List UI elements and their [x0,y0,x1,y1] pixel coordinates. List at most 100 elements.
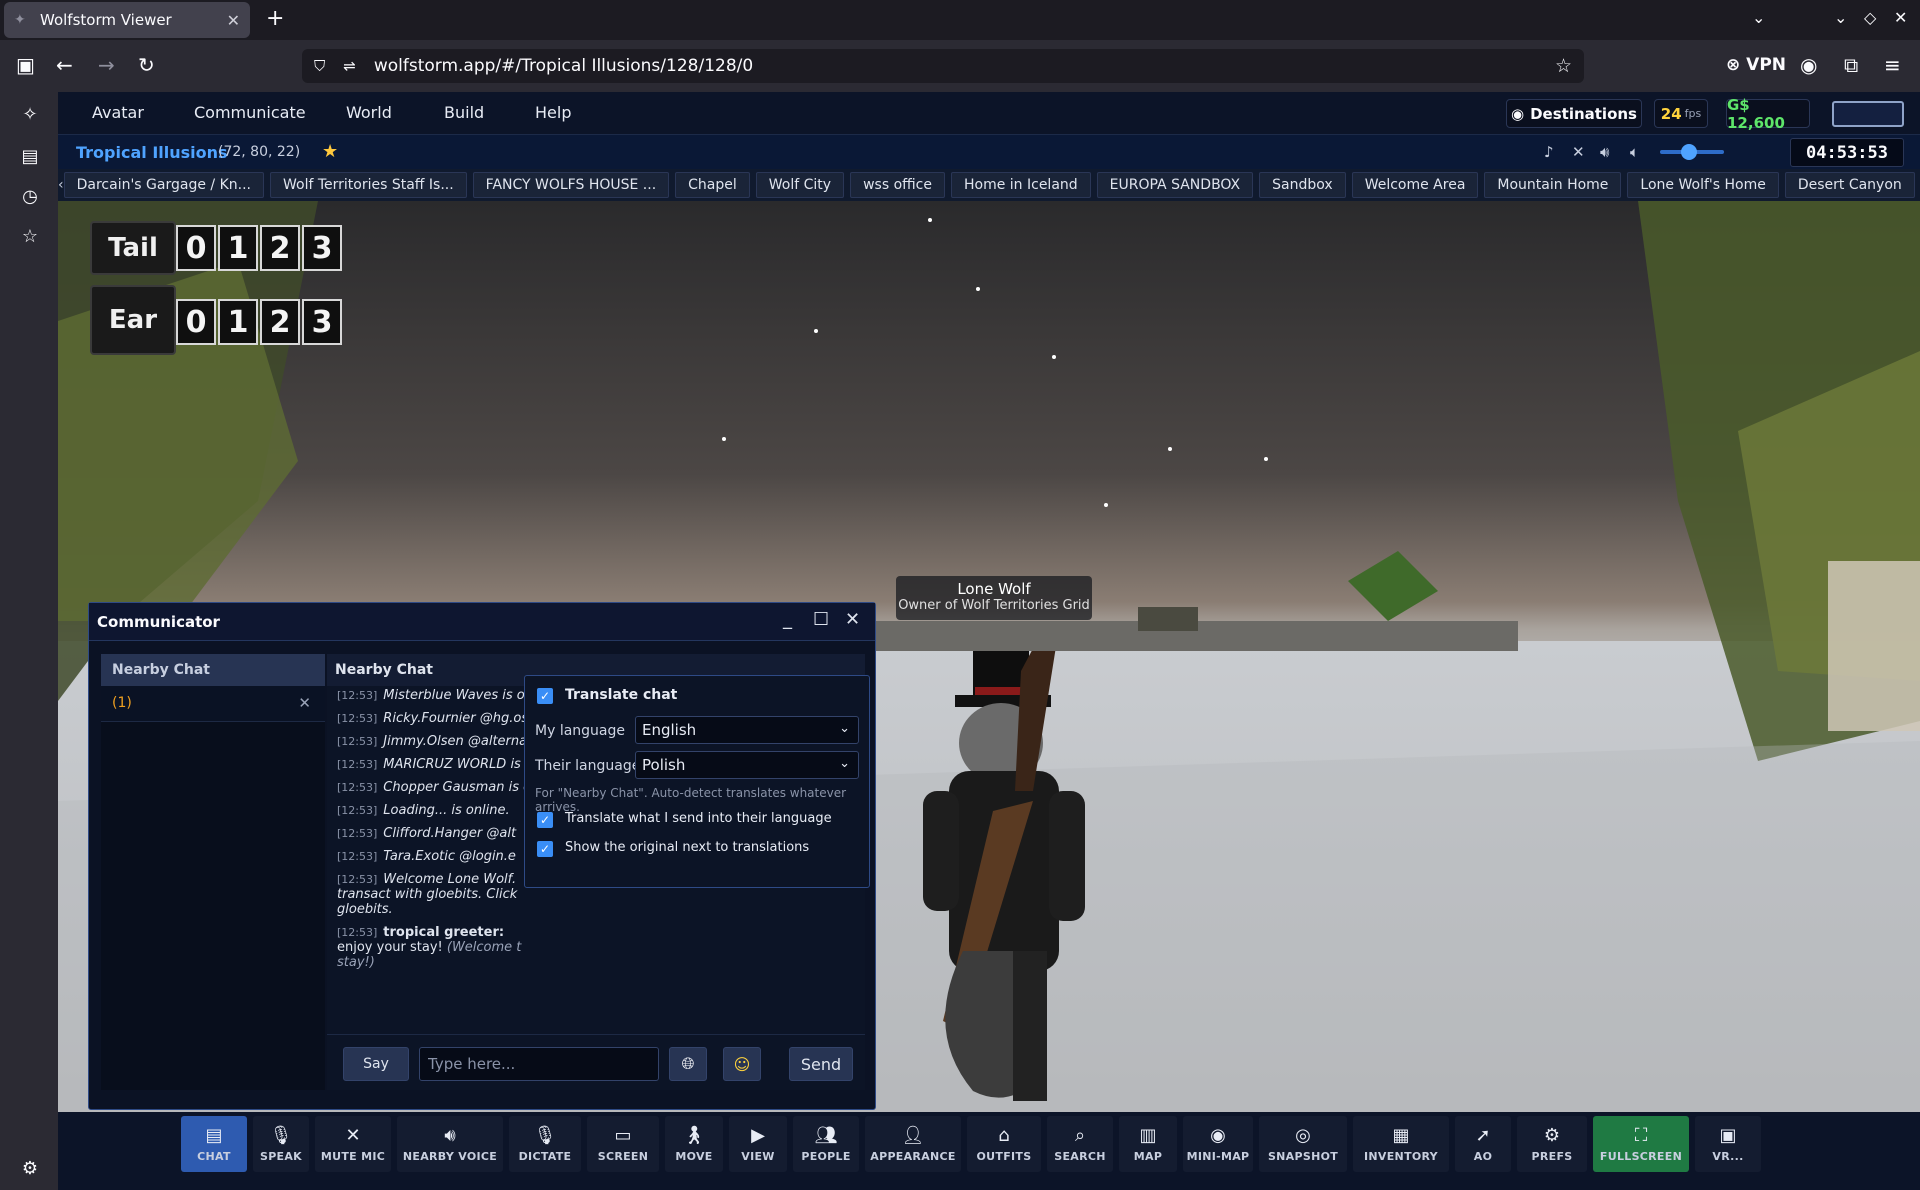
translate-popup[interactable]: ✓ Translate chat My language English ⌄ Th… [524,675,870,888]
menu-help[interactable]: Help [535,103,571,122]
reload-icon[interactable]: ↻ [138,53,155,77]
send-button[interactable]: Send [789,1047,853,1081]
site-permissions-icon[interactable]: ⇌ [343,57,356,75]
favorite-star-icon[interactable]: ★ [322,141,338,162]
url-text[interactable]: wolfstorm.app/#/Tropical Illusions/128/1… [374,56,753,76]
mini-preview[interactable] [1832,101,1904,127]
toolbar-ao-button[interactable]: ➚ AO [1455,1116,1511,1172]
hud-tail-digit[interactable]: 3 [302,225,342,271]
show-original-checkbox[interactable]: ✓ [537,841,553,857]
destination-item[interactable]: Darcain's Gargage / Kn... [63,172,264,198]
history-icon[interactable]: ◷ [19,186,41,207]
forward-icon[interactable]: → [98,53,115,77]
destination-item[interactable]: Chapel [675,172,750,198]
say-mode-button[interactable]: Say [343,1047,409,1081]
restore-window-icon[interactable]: ◇ [1864,8,1876,27]
toolbar-speak-button[interactable]: 🎙︎ SPEAK [253,1116,309,1172]
menu-world[interactable]: World [346,103,392,122]
conversation-item[interactable]: (1) ✕ [101,686,325,722]
volume-icon[interactable]: 🔈︎ [1630,143,1639,161]
speaker-icon[interactable]: 🔊︎ [1600,143,1609,161]
toolbar-search-button[interactable]: ⌕ SEARCH [1047,1116,1113,1172]
hud-tail-digit[interactable]: 2 [260,225,300,271]
music-icon[interactable]: ♪ [1544,143,1554,161]
currency-balance[interactable]: G$ 12,600 [1726,96,1810,132]
conversation-list-header[interactable]: Nearby Chat [101,654,325,686]
tab-list-icon[interactable]: ⌄ [1752,8,1765,27]
shield-icon[interactable]: ⛉ [314,57,325,75]
menu-avatar[interactable]: Avatar [92,103,144,122]
translate-button[interactable]: 🌐︎ [669,1047,707,1081]
maximize-icon[interactable]: ☐ [813,609,829,630]
destinations-button[interactable]: ◉ Destinations [1506,99,1642,128]
toolbar-move-button[interactable]: 🚶︎ MOVE [665,1116,723,1172]
toolbar-chat-button[interactable]: ▤ CHAT [181,1116,247,1172]
toolbar-screen-button[interactable]: ▭ SCREEN [587,1116,659,1172]
hud-ear-digit[interactable]: 2 [260,299,300,345]
bookmarks-icon[interactable]: ☆ [19,226,41,247]
destination-item[interactable]: Home in Iceland [950,172,1091,198]
avatar-figure[interactable] [903,651,1103,1111]
destination-item[interactable]: Welcome Area [1351,172,1479,198]
destination-item[interactable]: Lone Wolf's Home [1627,172,1779,198]
synced-tabs-icon[interactable]: ▤ [19,146,41,167]
communicator-titlebar[interactable]: Communicator _ ☐ ✕ [89,603,875,641]
toolbar-inventory-button[interactable]: ▦ INVENTORY [1353,1116,1449,1172]
bookmark-star-icon[interactable]: ☆ [1555,55,1572,77]
browser-tab[interactable]: ✦ Wolfstorm Viewer ✕ [4,2,250,38]
their-language-select[interactable]: Polish ⌄ [635,751,859,779]
new-tab-icon[interactable]: + [266,8,284,30]
chat-input[interactable] [419,1047,659,1081]
destination-item[interactable]: Mountain Home [1484,172,1622,198]
toolbar-mute-mic-button[interactable]: ✕ MUTE MIC [315,1116,391,1172]
world-viewport[interactable]: Tail 0 1 2 3 Ear 0 1 2 3 Lone Wolf Owner… [58,201,1920,1112]
toolbar-people-button[interactable]: 👥︎ PEOPLE [793,1116,859,1172]
destination-item[interactable]: wss office [850,172,945,198]
hud-ear-digit[interactable]: 1 [218,299,258,345]
app-menu-icon[interactable]: ≡ [1884,53,1901,77]
close-tab-icon[interactable]: ✕ [227,11,240,30]
back-icon[interactable]: ← [56,53,73,77]
toolbar-outfits-button[interactable]: ⌂ OUTFITS [967,1116,1041,1172]
toolbar-prefs-button[interactable]: ⚙ PREFS [1517,1116,1587,1172]
scroll-left-icon[interactable]: ‹ [58,177,64,193]
volume-slider[interactable] [1660,144,1724,160]
hud-tail-label[interactable]: Tail [90,221,176,275]
hud-ear-digit[interactable]: 3 [302,299,342,345]
address-bar[interactable]: ⛉ ⇌ wolfstorm.app/#/Tropical Illusions/1… [302,49,1584,83]
toolbar-mini-map-button[interactable]: ◉ MINI-MAP [1183,1116,1253,1172]
close-conversation-icon[interactable]: ✕ [298,694,311,712]
destination-item[interactable]: Wolf Territories Staff Is... [269,172,467,198]
emoji-button[interactable]: ☺ [723,1047,761,1081]
destination-item[interactable]: Wolf City [755,172,845,198]
minimize-icon[interactable]: _ [783,609,792,630]
menu-communicate[interactable]: Communicate [194,103,306,122]
toolbar-view-button[interactable]: ▶ VIEW [729,1116,787,1172]
hud-ear-digit[interactable]: 0 [176,299,216,345]
volume-slider-knob[interactable] [1680,144,1697,160]
destination-item[interactable]: EUROPA SANDBOX [1096,172,1254,198]
message-sender[interactable]: tropical greeter: [383,925,504,940]
region-name[interactable]: Tropical Illusions [76,143,228,162]
menu-build[interactable]: Build [444,103,484,122]
destination-item[interactable]: Sandbox [1259,172,1346,198]
toolbar-fullscreen-button[interactable]: ⛶ FULLSCREEN [1593,1116,1689,1172]
extensions-icon[interactable]: ⧉ [1844,53,1858,77]
toolbar-snapshot-button[interactable]: ◎ SNAPSHOT [1259,1116,1347,1172]
ai-sparkle-icon[interactable]: ✧ [19,104,41,125]
toolbar-dictate-button[interactable]: 🎙︎ DICTATE [509,1116,581,1172]
my-language-select[interactable]: English ⌄ [635,716,859,744]
vpn-button[interactable]: ⊗ VPN [1726,55,1786,75]
hud-ear-label[interactable]: Ear [90,285,176,355]
hud-tail-digit[interactable]: 0 [176,225,216,271]
toolbar-map-button[interactable]: ▥ MAP [1119,1116,1177,1172]
toolbar-vr-button[interactable]: ▣ VR... [1695,1116,1761,1172]
media-off-icon[interactable]: ✕ [1572,143,1585,161]
minimize-window-icon[interactable]: ⌄ [1834,8,1847,27]
translate-outgoing-checkbox[interactable]: ✓ [537,812,553,828]
hud-tail-digit[interactable]: 1 [218,225,258,271]
close-icon[interactable]: ✕ [845,609,860,630]
destination-item[interactable]: Desert Canyon [1784,172,1915,198]
close-window-icon[interactable]: ✕ [1894,8,1907,27]
sidebar-settings-icon[interactable]: ⚙ [19,1158,41,1179]
